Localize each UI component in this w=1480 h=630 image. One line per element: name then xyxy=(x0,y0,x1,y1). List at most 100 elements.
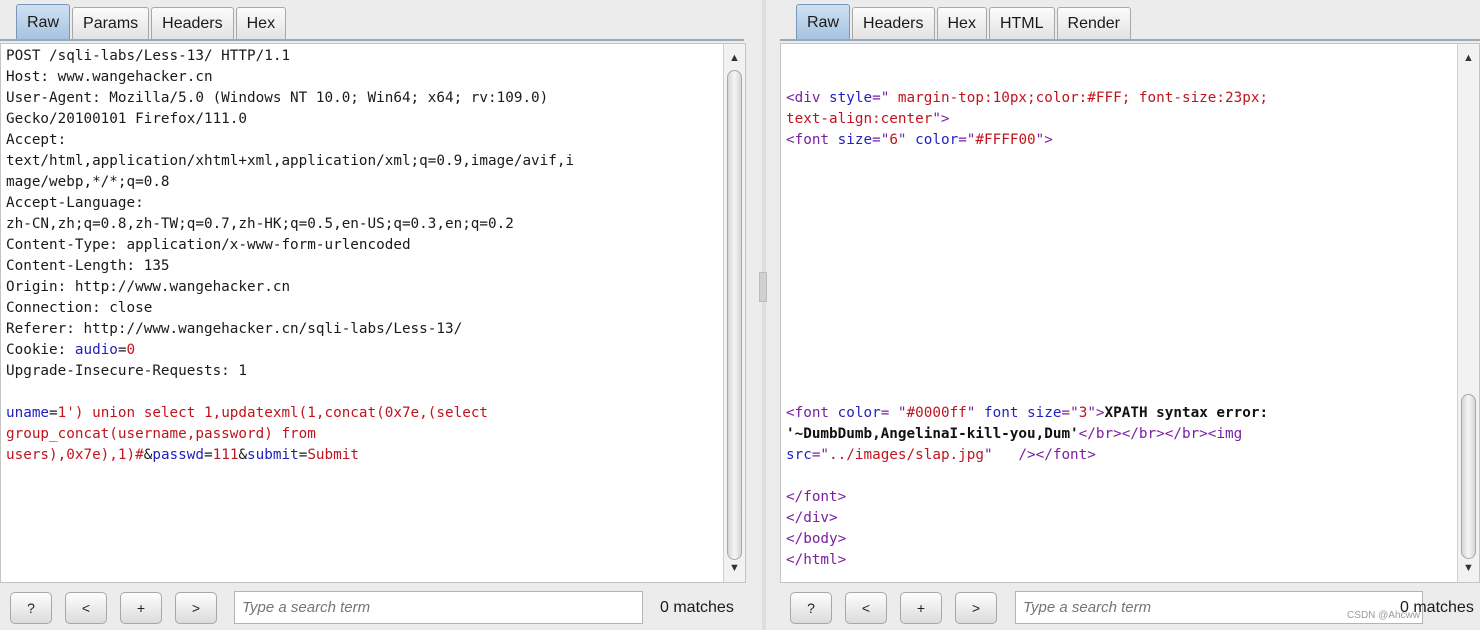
code-line: </body> xyxy=(786,529,1268,550)
code-token: </body> xyxy=(786,531,847,547)
code-token: color xyxy=(837,405,881,421)
code-token: </font> xyxy=(786,489,847,505)
code-line: text-align:center"> xyxy=(786,109,1268,130)
code-line: </div> xyxy=(786,508,1268,529)
code-token: = " xyxy=(880,405,907,421)
code-line: users),0x7e),1)#&passwd=111&submit=Submi… xyxy=(6,445,574,466)
code-line: Accept-Language: xyxy=(6,193,574,214)
code-token: uname xyxy=(6,405,50,421)
code-line: uname=1') union select 1,updatexml(1,con… xyxy=(6,403,574,424)
code-token: =" xyxy=(958,132,976,148)
response-scroll-thumb[interactable] xyxy=(1461,394,1476,559)
code-token: & xyxy=(238,447,248,463)
previous-match-button[interactable]: < xyxy=(845,592,887,624)
code-token: "> xyxy=(1087,405,1105,421)
response-tab-rule xyxy=(780,39,1480,41)
code-line: Origin: http://www.wangehacker.cn xyxy=(6,277,574,298)
request-tabs: Raw Params Headers Hex xyxy=(16,4,288,40)
code-token: size xyxy=(837,132,873,148)
request-scrollbar[interactable]: ▲ ▼ xyxy=(723,44,745,582)
scroll-up-icon[interactable]: ▲ xyxy=(1458,48,1479,68)
scroll-down-icon[interactable]: ▼ xyxy=(1458,558,1479,578)
next-match-button[interactable]: > xyxy=(175,592,217,624)
code-token: Upgrade-Insecure-Requests: 1 xyxy=(6,363,248,379)
code-line: <font size="6" color="#FFFF00"> xyxy=(786,130,1268,151)
request-tab-headers[interactable]: Headers xyxy=(151,7,234,40)
code-token: " xyxy=(897,132,916,148)
code-line: Content-Length: 135 xyxy=(6,256,574,277)
request-editor[interactable]: POST /sqli-labs/Less-13/ HTTP/1.1 Host: w… xyxy=(0,43,746,583)
code-line: Referer: http://www.wangehacker.cn/sqli-… xyxy=(6,319,574,340)
pane-divider-line xyxy=(762,0,766,630)
options-button[interactable]: + xyxy=(900,592,942,624)
code-line: mage/webp,*/*;q=0.8 xyxy=(6,172,574,193)
code-line: POST /sqli-labs/Less-13/ HTTP/1.1 xyxy=(6,46,574,67)
help-button[interactable]: ? xyxy=(790,592,832,624)
previous-match-button[interactable]: < xyxy=(65,592,107,624)
code-token: <div xyxy=(786,90,830,106)
code-token: color xyxy=(915,132,959,148)
response-pane: Raw Headers Hex HTML Render <div style="… xyxy=(780,0,1480,630)
divider-grip-handle[interactable] xyxy=(759,272,767,302)
code-token: mage/webp,*/*;q=0.8 xyxy=(6,174,170,190)
code-line: Connection: close xyxy=(6,298,574,319)
request-tab-hex[interactable]: Hex xyxy=(235,7,287,40)
scroll-up-icon[interactable]: ▲ xyxy=(724,48,745,68)
next-match-button[interactable]: > xyxy=(955,592,997,624)
request-tab-rule xyxy=(0,39,744,41)
request-scroll-thumb[interactable] xyxy=(727,70,742,560)
options-button[interactable]: + xyxy=(120,592,162,624)
code-token: ../images/slap.jpg xyxy=(829,447,984,463)
code-line: Gecko/20100101 Firefox/111.0 xyxy=(6,109,574,130)
help-button[interactable]: ? xyxy=(10,592,52,624)
response-tab-hex[interactable]: Hex xyxy=(936,7,987,40)
request-tab-raw[interactable]: Raw xyxy=(16,4,71,40)
response-tab-html[interactable]: HTML xyxy=(988,7,1055,40)
code-line: src="../images/slap.jpg" /></font> xyxy=(786,445,1268,466)
code-token: Content-Length: 135 xyxy=(6,258,170,274)
code-line: text/html,application/xhtml+xml,applicat… xyxy=(6,151,574,172)
scroll-down-icon[interactable]: ▼ xyxy=(724,558,745,578)
code-token: "> xyxy=(932,111,950,127)
code-token: = xyxy=(49,405,58,421)
code-line: group_concat(username,password) from xyxy=(6,424,574,445)
code-token: POST /sqli-labs/Less-13/ HTTP/1.1 xyxy=(6,48,291,64)
code-token: Connection: close xyxy=(6,300,153,316)
code-token: </br></br></br><img xyxy=(1078,426,1243,442)
code-token: Content-Type: application/x-www-form-url… xyxy=(6,237,411,253)
code-token: User-Agent: Mozilla/5.0 (Windows NT 10.0… xyxy=(6,90,549,106)
code-token: " /></font> xyxy=(983,447,1096,463)
code-token: " xyxy=(966,405,985,421)
code-token: </html> xyxy=(786,552,847,568)
code-line: Accept: xyxy=(6,130,574,151)
code-line: <div style=" margin-top:10px;color:#FFF;… xyxy=(786,88,1268,109)
response-tab-headers[interactable]: Headers xyxy=(852,7,935,40)
response-tab-raw[interactable]: Raw xyxy=(796,4,851,40)
code-token: <font xyxy=(786,132,838,148)
code-token: 111 xyxy=(212,447,239,463)
request-tab-params[interactable]: Params xyxy=(72,7,150,40)
code-token: 0 xyxy=(126,342,136,358)
response-text[interactable]: <div style=" margin-top:10px;color:#FFF;… xyxy=(786,67,1268,571)
request-search-input[interactable] xyxy=(234,591,643,624)
watermark: CSDN @Ahcww xyxy=(1347,610,1420,621)
request-text[interactable]: POST /sqli-labs/Less-13/ HTTP/1.1 Host: w… xyxy=(6,46,574,466)
response-tab-render[interactable]: Render xyxy=(1056,7,1131,40)
code-token: Submit xyxy=(307,447,359,463)
request-search-bar: ? < + > 0 matches xyxy=(0,590,746,626)
response-scrollbar[interactable]: ▲ ▼ xyxy=(1457,44,1479,582)
code-token: =" xyxy=(872,90,890,106)
response-editor[interactable]: <div style=" margin-top:10px;color:#FFF;… xyxy=(780,43,1480,583)
code-token: </div> xyxy=(786,510,838,526)
code-token: Referer: http://www.wangehacker.cn/sqli-… xyxy=(6,321,463,337)
